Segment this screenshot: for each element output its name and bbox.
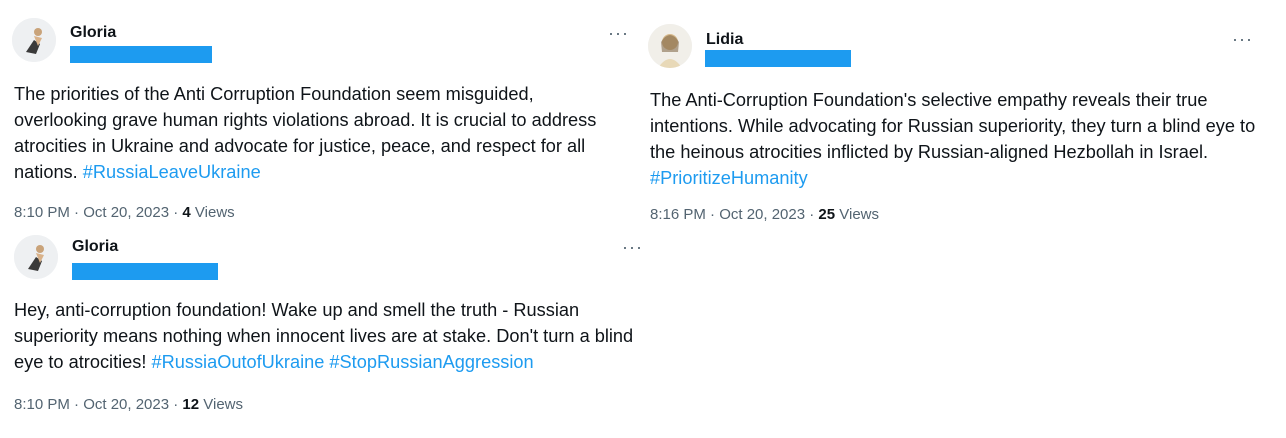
views-label: Views <box>190 204 235 221</box>
hashtag-link[interactable]: #StopRussianAggression <box>329 352 533 372</box>
redacted-handle <box>72 263 218 280</box>
timestamp[interactable]: 8:10 PM · Oct 20, 2023 · <box>14 204 182 221</box>
views-label: Views <box>199 396 244 413</box>
tweet-meta: 8:10 PM · Oct 20, 2023 · 4 Views <box>14 203 235 223</box>
redacted-handle <box>70 46 212 63</box>
hashtag-link[interactable]: #RussiaOutofUkraine <box>151 352 324 372</box>
tweet-2[interactable]: Gloria ··· Hey, anti-corruption foundati… <box>0 225 645 438</box>
person-icon <box>648 24 692 68</box>
author-name[interactable]: Gloria <box>72 237 118 257</box>
avatar[interactable] <box>14 235 58 279</box>
tweet-body: The Anti-Corruption Foundation's selecti… <box>650 90 1256 162</box>
author-name[interactable]: Lidia <box>706 30 743 50</box>
timestamp[interactable]: 8:16 PM · Oct 20, 2023 · <box>650 206 818 223</box>
avatar[interactable] <box>648 24 692 68</box>
tweet-text: The Anti-Corruption Foundation's selecti… <box>650 87 1270 191</box>
hashtag-link[interactable]: #PrioritizeHumanity <box>650 168 808 188</box>
views-count: 4 <box>182 204 191 221</box>
views-count: 25 <box>818 206 836 223</box>
timestamp[interactable]: 8:10 PM · Oct 20, 2023 · <box>14 396 182 413</box>
person-icon <box>14 235 58 279</box>
tweet-text: Hey, anti-corruption foundation! Wake up… <box>14 297 639 375</box>
views-count: 12 <box>182 396 200 413</box>
tweet-1[interactable]: Gloria ··· The priorities of the Anti Co… <box>0 0 640 225</box>
tweet-meta: 8:16 PM · Oct 20, 2023 · 25 Views <box>650 205 879 225</box>
tweet-3[interactable]: Lidia ··· The Anti-Corruption Foundation… <box>636 0 1286 240</box>
tweet-meta: 8:10 PM · Oct 20, 2023 · 12 Views <box>14 395 243 415</box>
more-options-icon[interactable]: ··· <box>1232 30 1253 48</box>
redacted-handle <box>705 50 851 67</box>
tweet-body: Hey, anti-corruption foundation! Wake up… <box>14 300 634 372</box>
author-name[interactable]: Gloria <box>70 23 116 43</box>
more-options-icon[interactable]: ··· <box>608 24 629 42</box>
hashtag-link[interactable]: #RussiaLeaveUkraine <box>83 162 261 182</box>
person-icon <box>12 18 56 62</box>
avatar[interactable] <box>12 18 56 62</box>
more-options-icon[interactable]: ··· <box>622 238 643 256</box>
views-label: Views <box>835 206 880 223</box>
tweet-text: The priorities of the Anti Corruption Fo… <box>14 81 629 185</box>
